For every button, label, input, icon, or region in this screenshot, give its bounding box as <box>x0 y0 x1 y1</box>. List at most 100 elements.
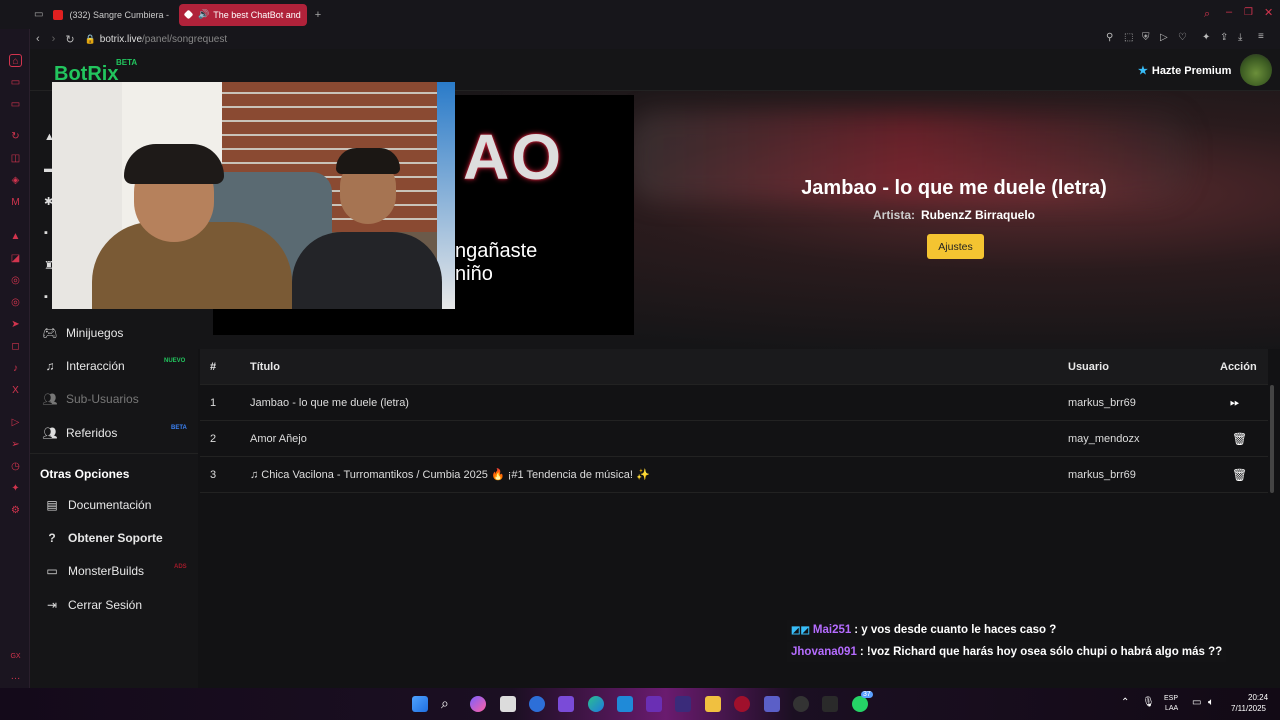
whatsapp-icon[interactable]: ◎ <box>9 296 22 309</box>
sidebar-item-minijuegos[interactable]: 🎮︎ Minijuegos <box>42 323 123 343</box>
menu-icon[interactable]: ≡ <box>1258 31 1264 42</box>
visual-studio-icon[interactable] <box>558 696 574 712</box>
heart-icon[interactable]: ♡ <box>1178 32 1187 43</box>
sidebar-item-documentacion[interactable]: ▤ Documentación <box>42 495 151 515</box>
trash-icon[interactable]: 🗑︎ <box>1232 432 1247 446</box>
share-icon[interactable]: ⇪ <box>1220 32 1228 43</box>
album-art-text: niño <box>455 263 493 285</box>
minimize-icon[interactable]: – <box>1226 6 1232 18</box>
row-num: 1 <box>210 396 217 409</box>
artist-name: RubenzZ Birraquelo <box>921 208 1036 222</box>
aria-icon[interactable]: ▲ <box>9 230 22 243</box>
scrollbar[interactable] <box>1270 385 1274 493</box>
logout-icon: ⇥ <box>46 598 58 612</box>
more-icon[interactable]: … <box>9 670 22 683</box>
mail-icon[interactable]: M <box>9 196 22 209</box>
chat-username: Mai251 <box>812 624 852 636</box>
copilot-icon[interactable] <box>470 696 486 712</box>
pin-icon[interactable]: ⚲ <box>1106 32 1113 43</box>
star-icon: ★ <box>1138 65 1148 77</box>
network-icon[interactable]: ▭ <box>1192 697 1201 708</box>
url-field[interactable]: botrix.live/panel/songrequest <box>100 34 227 45</box>
url-path: /panel/songrequest <box>142 33 228 45</box>
brand-beta-tag: BETA <box>116 58 138 67</box>
video-icon[interactable]: ▭ <box>9 98 22 111</box>
whatsapp-icon[interactable] <box>852 696 868 712</box>
tab-botrix[interactable]: 🔊 The best ChatBot and <box>179 3 307 26</box>
x-icon[interactable]: X <box>9 384 22 397</box>
teams-icon[interactable] <box>764 696 780 712</box>
trash-icon[interactable]: 🗑︎ <box>1232 468 1247 482</box>
reload-icon[interactable]: ↻ <box>65 33 74 46</box>
download-icon[interactable]: ⤓ <box>1238 32 1242 43</box>
sidebar-item-cerrar-sesion[interactable]: ⇥ Cerrar Sesión <box>42 595 142 615</box>
tab-label: (332) Sangre Cumbiera - <box>69 9 169 20</box>
wallet-icon[interactable]: ▭ <box>9 76 22 89</box>
avatar[interactable] <box>1240 54 1272 86</box>
sidebar-item-interaccion[interactable]: ♫ Interacción <box>42 356 125 376</box>
artist-label: Artista: <box>872 208 915 222</box>
sidebar-item-label: Obtener Soporte <box>68 531 163 545</box>
new-tab-icon[interactable]: + <box>315 9 321 21</box>
table-header: # Título Usuario Acción <box>200 349 1268 385</box>
shopping-icon[interactable]: ◫ <box>9 152 22 165</box>
settings-icon[interactable]: ⚙ <box>9 504 22 517</box>
player-icon[interactable]: ▷ <box>9 416 22 429</box>
forward-icon[interactable]: › <box>52 33 56 45</box>
tab-manager-icon[interactable]: ▭ <box>34 9 43 20</box>
question-icon: ? <box>48 531 56 545</box>
vscode-icon[interactable] <box>617 696 633 712</box>
premium-link[interactable]: ★ Hazte Premium <box>1138 64 1231 78</box>
microphone-icon[interactable]: 🎙︎ <box>1142 697 1155 708</box>
search-icon[interactable]: ⌕ <box>441 695 449 712</box>
header-title: Título <box>250 360 280 373</box>
folder-icon[interactable] <box>705 696 721 712</box>
snapshot-icon[interactable]: ⬚ <box>1124 32 1133 43</box>
twitch-icon[interactable]: ◪ <box>9 252 22 265</box>
skip-icon[interactable]: ⏩︎ <box>1230 395 1240 410</box>
tab-youtube[interactable]: (332) Sangre Cumbiera - <box>47 4 175 26</box>
edge-icon[interactable] <box>588 696 604 712</box>
clock-time[interactable]: 20:24 <box>1248 693 1268 702</box>
instagram-icon[interactable]: ◻ <box>9 340 22 353</box>
messenger-icon[interactable]: ◎ <box>9 274 22 287</box>
home-icon[interactable]: ⌂ <box>9 54 22 67</box>
extensions-icon[interactable]: ✦ <box>1202 32 1210 43</box>
opera-icon[interactable] <box>734 696 750 712</box>
vs-icon[interactable] <box>646 696 662 712</box>
back-icon[interactable]: ‹ <box>36 33 40 45</box>
sidebar-item-soporte[interactable]: ? Obtener Soporte <box>42 528 163 548</box>
telegram-icon[interactable]: ➤ <box>9 318 22 331</box>
extensions-icon[interactable]: ✦ <box>9 482 22 495</box>
gaming-icon[interactable]: ◈ <box>9 174 22 187</box>
terminal-icon[interactable] <box>675 696 691 712</box>
play-icon[interactable]: ▷ <box>1160 32 1168 43</box>
start-icon[interactable] <box>412 696 428 712</box>
close-icon[interactable]: ✕ <box>1264 6 1273 19</box>
app-icon[interactable] <box>529 696 545 712</box>
gx-icon[interactable]: GX <box>9 650 22 663</box>
sidebar-item-subusuarios[interactable]: 👥︎ Sub-Usuarios <box>42 389 138 409</box>
shield-icon[interactable]: ⛨ <box>1142 32 1150 43</box>
now-playing-title: Jambao - lo que me duele (letra) <box>801 177 1107 199</box>
id-icon: ▪ <box>44 227 48 239</box>
sidebar-item-referidos[interactable]: 👥︎ Referidos <box>42 423 117 443</box>
send-icon[interactable]: ➢ <box>9 438 22 451</box>
search-icon[interactable]: ⌕ <box>1204 8 1210 21</box>
settings-button[interactable]: Ajustes <box>927 234 984 259</box>
history-icon[interactable]: ↻ <box>9 130 22 143</box>
users-icon: 👥︎ <box>42 392 58 406</box>
store-icon[interactable] <box>500 696 516 712</box>
app-icon[interactable] <box>793 696 809 712</box>
clock-icon[interactable]: ◷ <box>9 460 22 473</box>
tiktok-icon[interactable]: ♪ <box>9 362 22 375</box>
chat-username: Jhovana091 <box>791 646 857 658</box>
chevron-up-icon[interactable]: ⌃ <box>1121 697 1129 708</box>
speaker-icon[interactable]: 🔊 <box>198 9 209 20</box>
app-icon[interactable] <box>822 696 838 712</box>
maximize-icon[interactable]: ❐ <box>1244 7 1253 18</box>
language-code[interactable]: ESP <box>1164 695 1178 702</box>
volume-icon[interactable]: 🔈︎ <box>1208 697 1214 708</box>
chat-message: Jhovana091 : !voz Richard que harás hoy … <box>787 642 1227 662</box>
sidebar-item-monsterbuilds[interactable]: ▭ MonsterBuilds <box>42 561 144 581</box>
